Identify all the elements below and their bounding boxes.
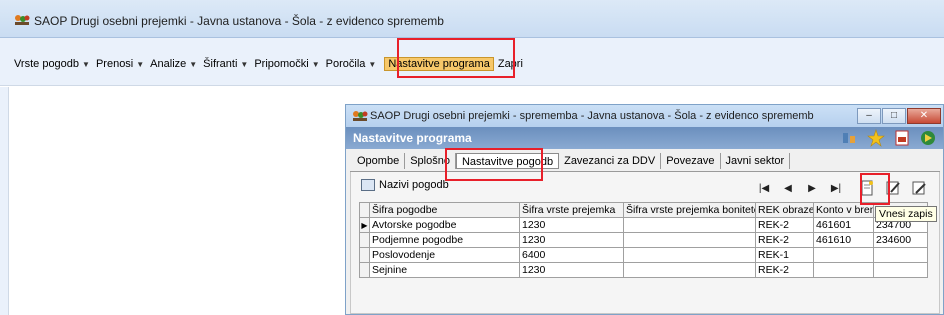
table-cell[interactable]: REK-1 [755,247,814,263]
header-icons [833,129,937,147]
tooltip: Vnesi zapis [875,206,937,222]
chevron-down-icon: ▼ [311,59,320,69]
table-cell[interactable] [813,262,874,278]
contracts-grid: Šifra pogodbe Šifra vrste prejemka Šifra… [359,202,928,278]
table-row[interactable]: Podjemne pogodbe 1230 REK-2 461610 23460… [359,232,928,248]
tab-nastavitve-pogodb[interactable]: Nastavitve pogodb [455,153,560,169]
row-indicator [359,247,370,263]
grid-toolbar: Nazivi pogodb |◀ ◀ ▶ ▶| [351,172,939,202]
table-cell[interactable]: REK-2 [755,262,814,278]
menu-bar: Vrste pogodb ▼ Prenosi ▼ Analize ▼ Šifranti… [0,38,944,86]
subwindow-title-bar: SAOP Drugi osebni prejemki - sprememba -… [346,105,943,127]
menu-zapri[interactable]: Zapri [498,58,523,70]
edit-record-icon[interactable] [884,179,902,197]
column-header[interactable]: Šifra vrste prejemka bonitete [623,202,756,218]
menu-porocila[interactable]: Poročila ▼ [326,58,377,70]
table-cell[interactable] [873,262,928,278]
window-title: SAOP Drugi osebni prejemki - Javna ustan… [34,14,444,28]
tab-splosno[interactable]: Splošno [405,153,456,169]
table-cell[interactable]: 234600 [873,232,928,248]
exit-icon[interactable] [919,129,937,147]
next-record-icon[interactable]: ▶ [802,183,822,194]
column-header[interactable]: REK obrazec [755,202,814,218]
row-indicator-header [359,202,370,218]
table-cell[interactable]: 6400 [519,247,624,263]
main-title-bar: SAOP Drugi osebni prejemki - Javna ustan… [0,0,944,38]
table-cell[interactable]: 1230 [519,217,624,233]
menu-pripomocki[interactable]: Pripomočki ▼ [254,58,319,70]
app-logo-icon [353,111,368,121]
current-row-icon: ▶ [359,217,370,233]
tab-strip: Opombe Splošno Nastavitve pogodb Zavezan… [352,153,791,169]
grid-header-row: Šifra pogodbe Šifra vrste prejemka Šifra… [359,202,928,218]
record-navigation: |◀ ◀ ▶ ▶| [754,179,928,197]
table-cell[interactable]: 461601 [813,217,874,233]
favorite-star-icon[interactable] [867,129,885,147]
list-icon [361,179,375,191]
settings-header-title: Nastavitve programa [353,131,472,145]
app-logo-icon [15,15,30,25]
table-row[interactable]: Sejnine 1230 REK-2 [359,262,928,278]
column-header[interactable]: Šifra pogodbe [369,202,520,218]
chevron-down-icon: ▼ [240,59,249,69]
table-cell[interactable]: Sejnine [369,262,520,278]
left-panel [0,87,9,315]
table-cell[interactable] [623,217,756,233]
table-row[interactable]: Poslovodenje 6400 REK-1 [359,247,928,263]
chevron-down-icon: ▼ [82,59,90,69]
row-indicator [359,262,370,278]
menu-sifranti[interactable]: Šifranti ▼ [203,58,248,70]
tab-povezave[interactable]: Povezave [661,153,721,169]
tab-javni-sektor[interactable]: Javni sektor [721,153,791,169]
table-cell[interactable] [873,247,928,263]
table-cell[interactable] [813,247,874,263]
menu-analize[interactable]: Analize ▼ [150,58,197,70]
tab-zavezanci-za-ddv[interactable]: Zavezanci za DDV [559,153,662,169]
table-cell[interactable] [623,262,756,278]
last-record-icon[interactable]: ▶| [826,183,846,194]
table-cell[interactable]: REK-2 [755,217,814,233]
menu-nastavitve-programa[interactable]: Nastavitve programa [384,57,494,71]
pdf-icon[interactable] [893,129,911,147]
chevron-down-icon: ▼ [189,59,198,69]
window-controls: – □ ✕ [856,108,941,124]
table-cell[interactable]: 1230 [519,232,624,248]
chevron-down-icon: ▼ [136,59,145,69]
table-cell[interactable]: Podjemne pogodbe [369,232,520,248]
table-cell[interactable]: Avtorske pogodbe [369,217,520,233]
chevron-down-icon: ▼ [368,59,377,69]
settings-window: SAOP Drugi osebni prejemki - sprememba -… [345,104,944,315]
menu-prenosi[interactable]: Prenosi ▼ [96,58,144,70]
table-cell[interactable] [623,247,756,263]
minimize-button[interactable]: – [857,108,881,124]
row-indicator [359,232,370,248]
subwindow-title: SAOP Drugi osebni prejemki - sprememba -… [370,110,814,122]
table-cell[interactable]: 1230 [519,262,624,278]
close-button[interactable]: ✕ [907,108,941,124]
new-record-icon[interactable] [858,179,876,197]
column-header[interactable]: Šifra vrste prejemka [519,202,624,218]
menu-vrste-pogodb[interactable]: Vrste pogodb ▼ [14,58,90,70]
tree-icon[interactable] [841,129,859,147]
menu-list: Vrste pogodb ▼ Prenosi ▼ Analize ▼ Šifranti… [14,57,529,71]
column-header[interactable]: Konto v breme [813,202,874,218]
table-cell[interactable]: 461610 [813,232,874,248]
tab-opombe[interactable]: Opombe [352,153,406,169]
table-row[interactable]: ▶ Avtorske pogodbe 1230 REK-2 461601 234… [359,217,928,233]
edit-other-icon[interactable] [910,179,928,197]
nazivi-pogodb-button[interactable]: Nazivi pogodb [361,179,449,191]
table-cell[interactable] [623,232,756,248]
prev-record-icon[interactable]: ◀ [778,183,798,194]
table-cell[interactable]: REK-2 [755,232,814,248]
table-cell[interactable]: Poslovodenje [369,247,520,263]
maximize-button[interactable]: □ [882,108,906,124]
first-record-icon[interactable]: |◀ [754,183,774,194]
nazivi-pogodb-label: Nazivi pogodb [379,179,449,191]
settings-header: Nastavitve programa [346,127,943,149]
tab-content: Nazivi pogodb |◀ ◀ ▶ ▶| Šifra pogodbe Ši… [350,172,940,314]
